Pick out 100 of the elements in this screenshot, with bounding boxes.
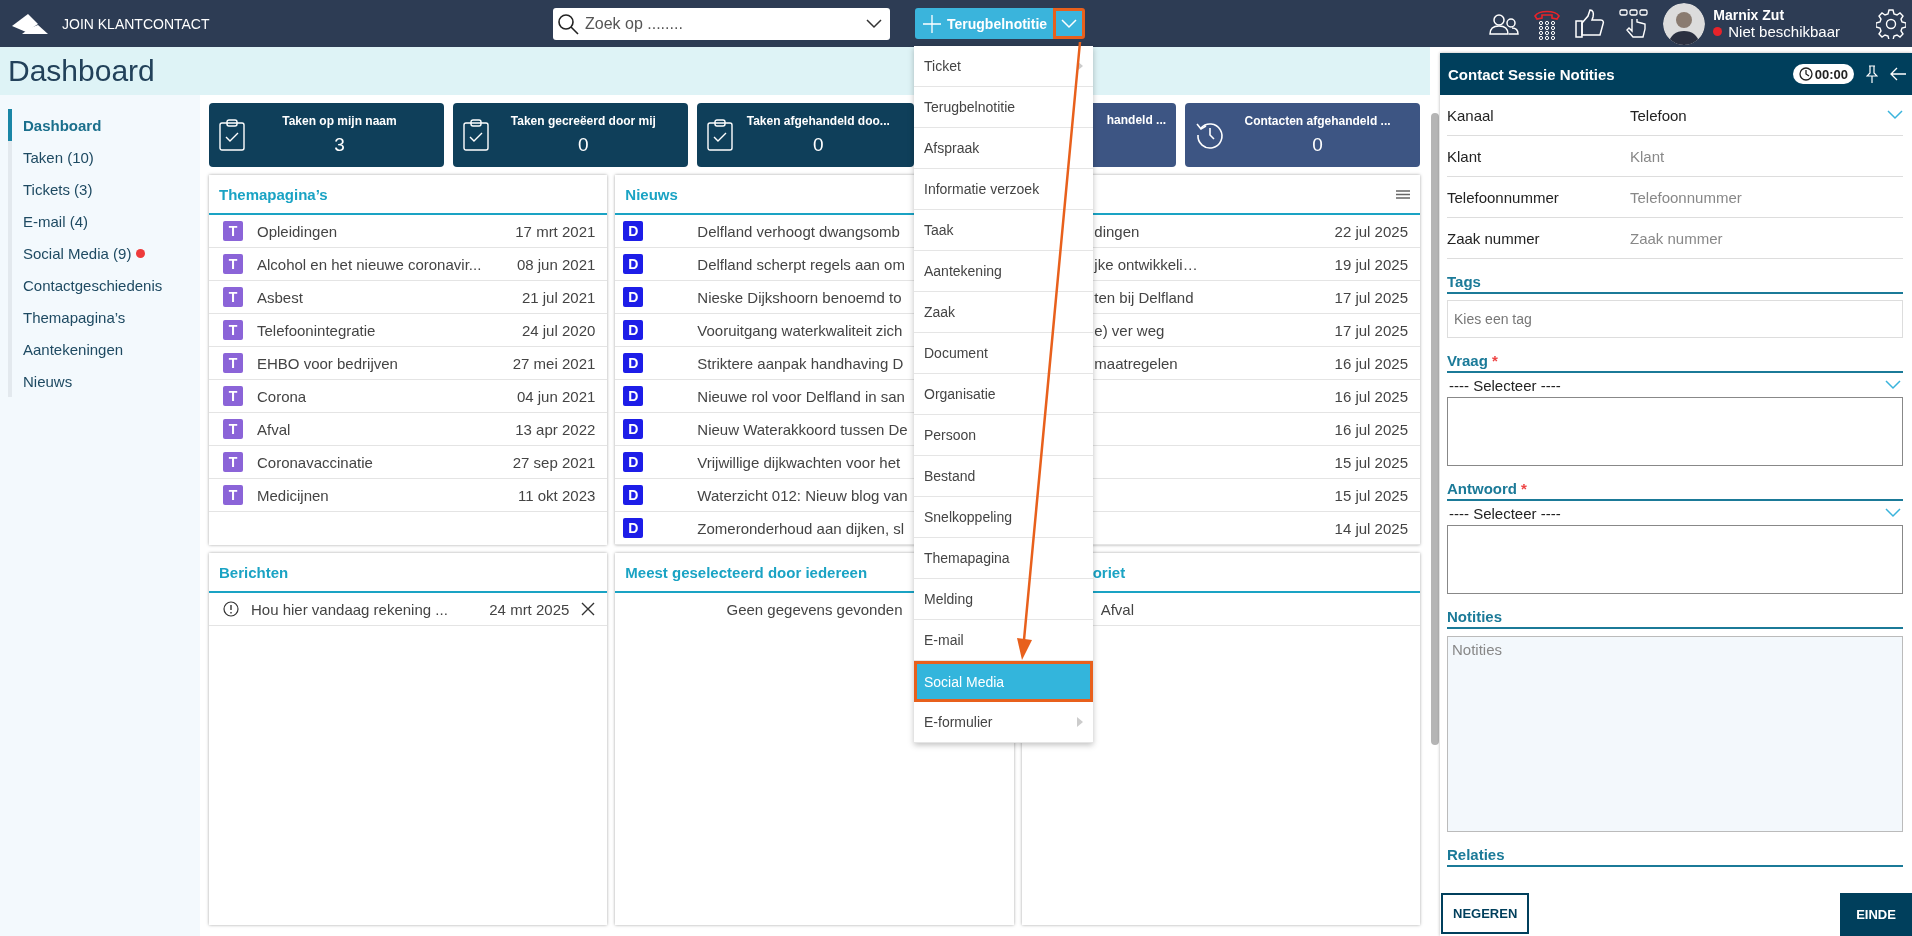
sidebar-item[interactable]: Tickets (3) [8, 173, 200, 205]
item-date: 16 jul 2025 [1334, 354, 1408, 372]
item-title[interactable]: jke ontwikkeli… [1094, 255, 1335, 273]
stat-card[interactable]: Taken gecreëerd door mij 0 [452, 103, 688, 167]
sidebar-item[interactable]: E-mail (4) [8, 205, 200, 237]
select-dropdown[interactable]: ---- Selecteer ---- [1447, 501, 1903, 525]
letter-badge: D [623, 419, 644, 439]
input-field[interactable]: Zaak nummer [1630, 229, 1903, 247]
panel-title: Meest geselecteerd door iedereen [625, 563, 868, 581]
menu-item[interactable]: Snelkoppeling [914, 497, 1093, 538]
item-title[interactable]: Medicijnen [257, 486, 519, 504]
section-title: Vraag [1447, 352, 1488, 369]
tag-field[interactable]: Kies een tag [1447, 300, 1903, 338]
item-date: 19 jul 2025 [1334, 255, 1408, 273]
menu-item[interactable]: Themapagina [914, 538, 1093, 579]
menu-item[interactable]: Informatie verzoek [914, 169, 1093, 210]
input-field[interactable]: Klant [1630, 147, 1903, 165]
item-title[interactable]: maatregelen [1094, 354, 1335, 372]
sidebar-item[interactable]: Aantekeningen [8, 333, 200, 365]
sidebar-item[interactable]: Themapagina’s [8, 301, 200, 333]
item-date: 17 jul 2025 [1334, 288, 1408, 306]
thumbs-up-icon[interactable] [1575, 8, 1606, 39]
chevron-down-icon [1885, 508, 1901, 518]
menu-item[interactable]: Persoon [914, 415, 1093, 456]
sidebar-item[interactable]: Taken (10) [8, 141, 200, 173]
item-title[interactable]: Asbest [257, 288, 522, 306]
panel-title: Contact Sessie Notities [1448, 65, 1616, 83]
item-date: 16 jul 2025 [1334, 387, 1408, 405]
notes-field[interactable]: Notities [1447, 636, 1903, 832]
end-button[interactable]: EINDE [1840, 893, 1912, 936]
item-date: 24 mrt 2025 [489, 600, 570, 618]
item-date: 15 jul 2025 [1334, 453, 1408, 471]
item-title[interactable]: Striktere aanpak handhaving D [697, 354, 916, 372]
item-title[interactable]: Nieuwe rol voor Delfland in san [697, 387, 916, 405]
item-title[interactable]: Delfland verhoogt dwangsomb [697, 222, 916, 240]
menu-item[interactable]: Zaak [914, 292, 1093, 333]
item-title[interactable]: Corona [257, 387, 517, 405]
item-title[interactable]: Coronavaccinatie [257, 453, 513, 471]
item-title[interactable]: Delfland scherpt regels aan om [697, 255, 916, 273]
menu-item[interactable]: Ticket [914, 46, 1093, 87]
item-title[interactable]: dingen [1094, 222, 1335, 240]
item-title[interactable]: Opleidingen [257, 222, 516, 240]
menu-item[interactable]: Melding [914, 579, 1093, 620]
item-title[interactable]: Vooruitgang waterkwaliteit zich [697, 321, 916, 339]
sidebar-item[interactable]: Nieuws [8, 365, 200, 397]
select-dropdown[interactable]: ---- Selecteer ---- [1447, 373, 1903, 397]
contacts-icon[interactable] [1489, 12, 1520, 35]
menu-item[interactable]: Bestand [914, 456, 1093, 497]
back-arrow-icon[interactable] [1890, 67, 1906, 81]
stat-card[interactable]: Taken op mijn naam 3 [209, 103, 444, 167]
item-title[interactable]: EHBO voor bedrijven [257, 354, 513, 372]
app-title: JOIN KLANTCONTACT [62, 15, 210, 32]
card-count: 0 [578, 134, 589, 156]
info-icon [223, 601, 239, 617]
settings-icon[interactable] [1876, 8, 1906, 39]
sidebar-item[interactable]: Social Media (9) [8, 237, 200, 269]
item-title[interactable]: ten bij Delfland [1094, 288, 1335, 306]
stat-card[interactable]: Contacten afgehandeld ... 0 [1185, 103, 1420, 167]
avatar[interactable] [1663, 2, 1706, 45]
item-date: 17 mrt 2021 [515, 222, 596, 240]
item-title[interactable]: Telefoonintegratie [257, 321, 522, 339]
menu-item[interactable]: E-mail [914, 620, 1093, 661]
stat-card[interactable]: Taken afgehandeld doo... 0 [696, 103, 914, 167]
menu-icon[interactable] [1396, 189, 1410, 199]
menu-item[interactable]: Terugbelnotitie [914, 87, 1093, 128]
menu-item[interactable]: E-formulier [914, 702, 1093, 743]
item-title[interactable]: Zomeronderhoud aan dijken, sl [697, 519, 916, 537]
item-title[interactable]: Afval [257, 420, 516, 438]
menu-item[interactable]: Organisatie [914, 374, 1093, 415]
scrollbar[interactable] [1431, 113, 1439, 745]
menu-item[interactable]: Document [914, 333, 1093, 374]
search-box[interactable]: Zoek op ........ [553, 7, 890, 40]
sidebar-item[interactable]: Contactgeschiedenis [8, 269, 200, 301]
tap-icon[interactable] [1619, 8, 1650, 39]
letter-badge: T [223, 353, 243, 373]
text-area[interactable] [1447, 525, 1903, 594]
item-title[interactable]: Vrijwillige dijkwachten voor het [697, 453, 916, 471]
item-date: 11 okt 2023 [518, 486, 596, 504]
text-area[interactable] [1447, 397, 1903, 466]
item-title[interactable]: Alcohol en het nieuwe coronavir... [257, 255, 517, 273]
message-text[interactable]: Hou hier vandaag rekening ... [251, 600, 478, 618]
item-title[interactable]: Nieske Dijkshoorn benoemd to [697, 288, 916, 306]
field-label: Zaak nummer [1447, 229, 1541, 247]
menu-item[interactable]: Afspraak [914, 128, 1093, 169]
input-field[interactable]: Telefoonnummer [1630, 188, 1903, 206]
item-title[interactable]: Afval [1100, 600, 1134, 618]
close-icon[interactable] [581, 602, 596, 616]
channel-select[interactable]: Telefoon [1630, 106, 1903, 124]
ignore-button[interactable]: NEGEREN [1441, 893, 1530, 934]
card-count: 0 [1312, 134, 1323, 156]
item-title[interactable]: Waterzicht 012: Nieuw blog van [697, 486, 916, 504]
item-date: 13 apr 2022 [515, 420, 596, 438]
menu-item[interactable]: Taak [914, 210, 1093, 251]
item-title[interactable]: Nieuw Waterakkoord tussen De [697, 420, 916, 438]
user-status[interactable]: Niet beschikbaar [1728, 23, 1840, 40]
card-title: Taken op mijn naam [282, 114, 397, 128]
dropdown-toggle[interactable] [1053, 8, 1086, 39]
item-title[interactable]: e) ver weg [1094, 321, 1335, 339]
pin-icon[interactable] [1866, 65, 1878, 83]
menu-item[interactable]: Aantekening [914, 251, 1093, 292]
